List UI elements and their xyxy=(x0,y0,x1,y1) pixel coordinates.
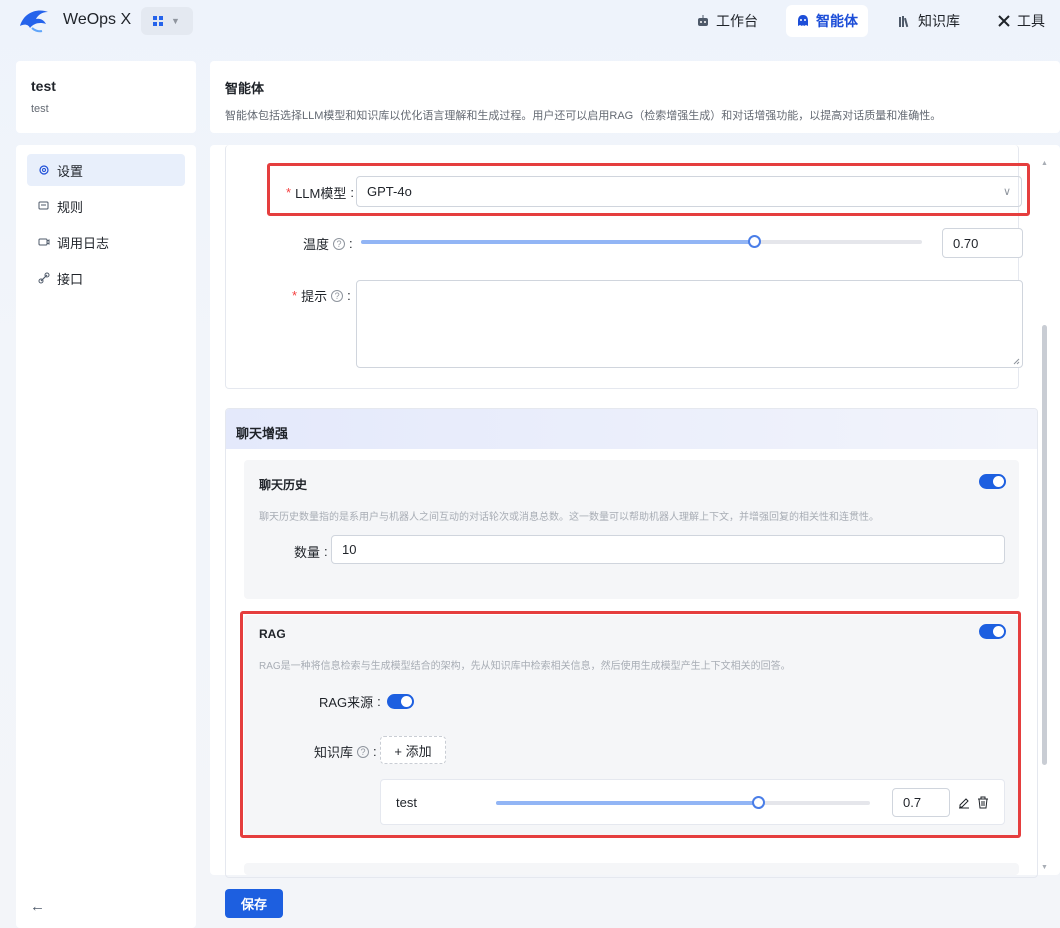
robot-icon xyxy=(698,15,708,26)
help-icon: ? xyxy=(331,289,344,302)
page-title: 智能体 xyxy=(225,81,265,96)
sidebar-item-api[interactable]: 接口 xyxy=(27,262,185,294)
dolphin-logo-icon[interactable] xyxy=(18,6,50,34)
history-count-label: 数量: xyxy=(294,544,328,560)
chat-history-card xyxy=(244,460,1019,599)
sidebar-item-label: 规则 xyxy=(57,199,84,215)
collapse-arrow-icon[interactable]: ← xyxy=(30,898,45,915)
history-count-input[interactable]: 10 xyxy=(331,535,1005,564)
highlight-box-rag xyxy=(240,611,1021,838)
tools-icon xyxy=(998,15,1010,27)
sidebar-item-label: 接口 xyxy=(57,271,84,287)
nav-label: 工作台 xyxy=(716,13,758,29)
agent-info-card: test test xyxy=(16,61,196,133)
page-header-card: 智能体 智能体包括选择LLM模型和知识库以优化语言理解和生成过程。用户还可以启用… xyxy=(210,61,1060,133)
chat-history-toggle[interactable] xyxy=(979,474,1006,489)
chevron-down-icon: ▼ xyxy=(171,16,180,26)
highlight-box-llm xyxy=(267,163,1030,216)
prompt-textarea[interactable] xyxy=(356,280,1023,368)
top-bar: WeOps X ▼ 工作台 智能体 知识库 工具 xyxy=(0,0,1060,42)
nav-tools[interactable]: 工具 xyxy=(987,5,1055,37)
nav-label: 工具 xyxy=(1017,13,1045,29)
sidebar-item-label: 调用日志 xyxy=(57,235,110,251)
apps-grid-icon xyxy=(153,16,163,26)
chat-history-description: 聊天历史数量指的是系用户与机器人之间互动的对话轮次或消息总数。这一数量可以帮助机… xyxy=(259,512,879,523)
temperature-input[interactable]: 0.70 xyxy=(942,228,1023,258)
sidebar-item-settings[interactable]: 设置 xyxy=(27,154,185,186)
required-mark: * xyxy=(292,288,298,303)
agent-name: test xyxy=(31,78,56,94)
temperature-label: 温度 ?: xyxy=(303,236,353,252)
app-switcher-button[interactable]: ▼ xyxy=(141,7,193,35)
history-count-value: 10 xyxy=(342,542,357,557)
nav-knowledge[interactable]: 知识库 xyxy=(888,5,970,37)
history-count-label-text: 数量 xyxy=(294,545,321,560)
sidebar-menu: 设置 规则 调用日志 接口 xyxy=(16,145,196,928)
rule-icon xyxy=(38,201,49,210)
nav-agent[interactable]: 智能体 xyxy=(786,5,868,37)
agent-description: test xyxy=(31,103,49,115)
next-card-peek xyxy=(244,863,1019,875)
resize-handle-icon[interactable] xyxy=(1013,358,1020,365)
sidebar-item-label: 设置 xyxy=(57,163,84,179)
link-icon xyxy=(38,272,50,284)
bot-icon xyxy=(798,15,808,26)
nav-label: 知识库 xyxy=(918,13,960,29)
temperature-label-text: 温度 xyxy=(303,237,330,252)
temperature-slider-handle[interactable] xyxy=(747,235,761,248)
temperature-slider[interactable] xyxy=(361,235,922,248)
form-scrollbar[interactable]: ▲ ▼ xyxy=(1038,160,1050,875)
app-title: WeOps X xyxy=(63,11,132,28)
temperature-input-value: 0.70 xyxy=(953,235,979,251)
prompt-label: * 提示 ?: xyxy=(292,288,351,304)
scrollbar-thumb[interactable] xyxy=(1042,325,1047,765)
log-icon xyxy=(38,238,50,246)
sidebar-item-logs[interactable]: 调用日志 xyxy=(27,226,185,258)
scroll-up-icon[interactable]: ▲ xyxy=(1041,160,1048,167)
gear-icon xyxy=(39,165,49,175)
nav-label: 智能体 xyxy=(816,13,858,29)
help-icon: ? xyxy=(333,237,346,250)
chat-enhance-title: 聊天增强 xyxy=(226,409,1037,449)
save-button[interactable]: 保存 xyxy=(225,889,283,918)
scroll-down-icon[interactable]: ▼ xyxy=(1041,864,1048,871)
nav-workbench[interactable]: 工作台 xyxy=(686,5,768,37)
page-description: 智能体包括选择LLM模型和知识库以优化语言理解和生成过程。用户还可以启用RAG（… xyxy=(225,110,942,122)
chat-history-title: 聊天历史 xyxy=(259,478,308,492)
temperature-slider-fill xyxy=(361,240,754,244)
prompt-label-text: 提示 xyxy=(301,289,328,304)
sidebar-item-rules[interactable]: 规则 xyxy=(27,190,185,222)
books-icon xyxy=(899,16,909,28)
